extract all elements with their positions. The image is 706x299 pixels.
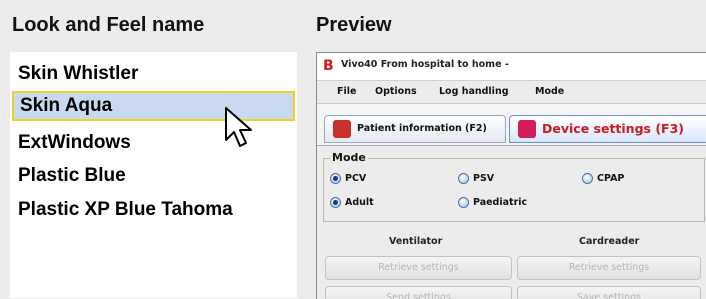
list-item-plastic-xp-blue-tahoma[interactable]: Plastic XP Blue Tahoma: [12, 195, 295, 225]
menu-bar: File Options Log handling Mode: [317, 81, 706, 104]
radio-label: Paediatric: [473, 197, 528, 208]
menu-file[interactable]: File: [337, 86, 356, 97]
radio-unchecked-icon: [458, 197, 469, 208]
window-titlebar: B Vivo40 From hospital to home -: [317, 53, 706, 81]
radio-unchecked-icon: [458, 173, 469, 184]
retrieve-settings-ventilator-button[interactable]: Retrieve settings: [325, 256, 512, 280]
radio-label: PSV: [473, 173, 495, 184]
radio-checked-icon: [330, 197, 341, 208]
radio-label: Adult: [345, 197, 374, 208]
cardreader-label: Cardreader: [579, 236, 640, 247]
radio-paediatric[interactable]: Paediatric: [458, 197, 527, 208]
tab-device-settings[interactable]: Device settings (F3): [509, 115, 706, 143]
device-settings-panel: Mode PCV PSV CPAP Adult Paediatric Venti…: [317, 145, 706, 299]
radio-cpap[interactable]: CPAP: [582, 173, 624, 184]
radio-pcv[interactable]: PCV: [330, 173, 366, 184]
look-and-feel-name-header: Look and Feel name: [12, 14, 205, 36]
menu-options[interactable]: Options: [375, 86, 417, 97]
window-title: Vivo40 From hospital to home -: [341, 59, 509, 70]
app-logo-icon: B: [323, 58, 334, 74]
patient-icon: [333, 120, 351, 138]
mode-legend: Mode: [330, 151, 368, 164]
radio-adult[interactable]: Adult: [330, 197, 374, 208]
list-item-plastic-blue[interactable]: Plastic Blue: [12, 161, 295, 191]
radio-unchecked-icon: [582, 173, 593, 184]
radio-label: PCV: [345, 173, 367, 184]
retrieve-settings-cardreader-button[interactable]: Retrieve settings: [517, 256, 701, 280]
mode-group: Mode PCV PSV CPAP Adult Paediatric: [323, 151, 705, 222]
mouse-cursor-icon: [225, 107, 252, 147]
tab-label: Patient information (F2): [357, 123, 487, 134]
menu-log-handling[interactable]: Log handling: [439, 86, 509, 97]
radio-checked-icon: [330, 173, 341, 184]
preview-window: B Vivo40 From hospital to home - File Op…: [316, 52, 706, 299]
send-settings-button[interactable]: Send settings: [325, 286, 512, 299]
device-icon: [518, 120, 536, 138]
radio-label: CPAP: [597, 173, 625, 184]
tab-label: Device settings (F3): [542, 121, 684, 136]
tab-strip: Patient information (F2) Device settings…: [317, 115, 706, 147]
radio-psv[interactable]: PSV: [458, 173, 494, 184]
menu-mode[interactable]: Mode: [535, 86, 564, 97]
save-settings-button[interactable]: Save settings: [517, 286, 701, 299]
tab-patient-information[interactable]: Patient information (F2): [324, 115, 506, 143]
look-and-feel-list[interactable]: Skin Whistler Skin Aqua ExtWindows Plast…: [10, 52, 297, 298]
list-item-skin-whistler[interactable]: Skin Whistler: [12, 59, 295, 89]
ventilator-label: Ventilator: [389, 236, 443, 247]
preview-header: Preview: [316, 14, 392, 36]
